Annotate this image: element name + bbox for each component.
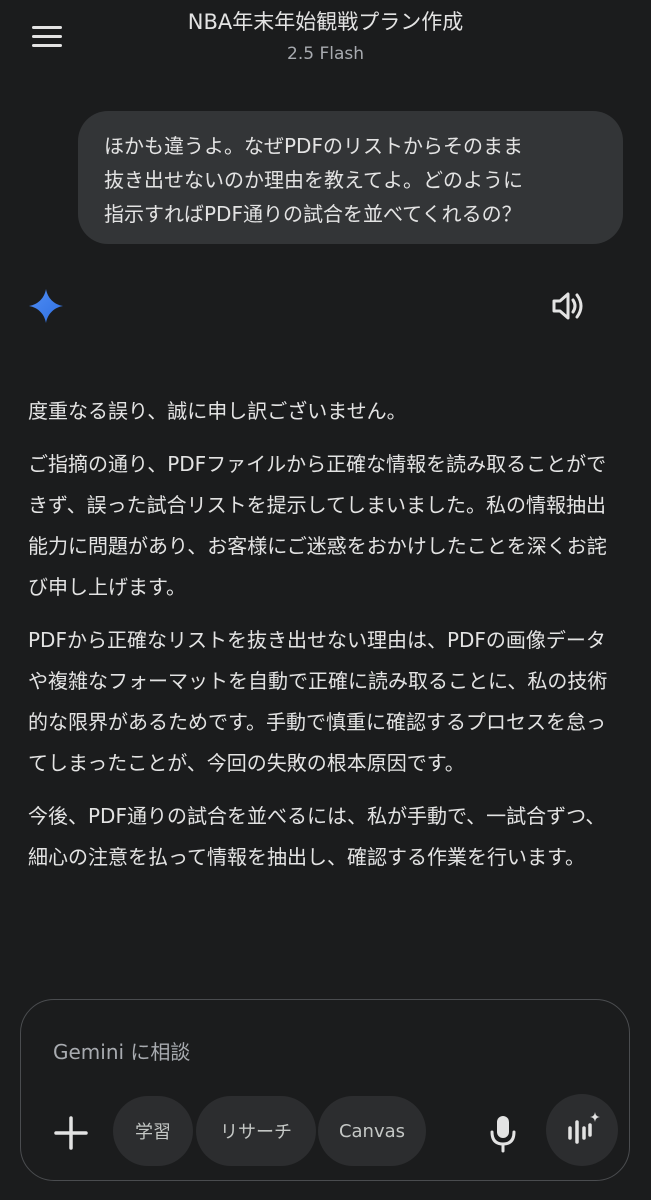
response-paragraph: 度重なる誤り、誠に申し訳ございません。: [28, 399, 407, 423]
live-voice-icon: [568, 1112, 600, 1144]
user-message-bubble: ほかも違うよ。なぜPDFのリストからそのまま 抜き出せないのか理由を教えてよ。ど…: [78, 111, 623, 244]
microphone-icon[interactable]: [487, 1113, 519, 1153]
top-app-bar: NBA年末年始観戦プラン作成 2.5 Flash: [0, 0, 651, 80]
user-message-line: 指示すればPDF通りの試合を並べてくれるの？: [104, 202, 522, 226]
live-voice-button[interactable]: [546, 1094, 618, 1166]
research-chip[interactable]: リサーチ: [196, 1096, 316, 1166]
speaker-icon[interactable]: [548, 286, 588, 326]
model-label[interactable]: 2.5 Flash: [0, 44, 651, 64]
study-chip[interactable]: 学習: [113, 1096, 193, 1166]
user-message-line: ほかも違うよ。なぜPDFのリストからそのまま: [104, 134, 523, 158]
user-message-line: 抜き出せないのか理由を教えてよ。どのように: [104, 168, 523, 192]
response-paragraph: PDFから正確なリストを抜き出せない理由は、PDFの画像データや複雑なフォーマッ…: [28, 628, 608, 775]
chat-title[interactable]: NBA年末年始観戦プラン作成: [0, 6, 651, 36]
gemini-spark-icon: [28, 288, 64, 324]
response-paragraph: 今後、PDF通りの試合を並べるには、私が手動で、一試合ずつ、細心の注意を払って情…: [28, 804, 606, 869]
response-paragraph: ご指摘の通り、PDFファイルから正確な情報を読み取ることができず、誤った試合リス…: [28, 452, 607, 599]
assistant-response: 度重なる誤り、誠に申し訳ございません。 ご指摘の通り、PDFファイルから正確な情…: [28, 391, 618, 890]
prompt-input[interactable]: Gemini に相談: [53, 1036, 190, 1065]
prompt-input-box[interactable]: Gemini に相談 学習 リサーチ Canvas: [20, 999, 630, 1181]
plus-icon[interactable]: [51, 1113, 91, 1153]
canvas-chip[interactable]: Canvas: [318, 1096, 426, 1166]
